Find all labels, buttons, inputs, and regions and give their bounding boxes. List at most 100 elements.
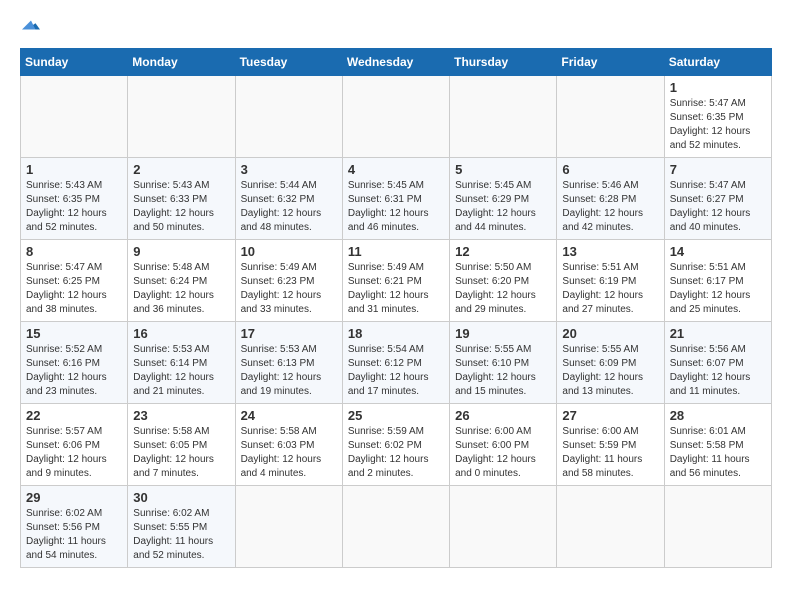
calendar-cell: 6 Sunrise: 5:46 AMSunset: 6:28 PMDayligh… bbox=[557, 158, 664, 240]
calendar-cell: 2 Sunrise: 5:43 AMSunset: 6:33 PMDayligh… bbox=[128, 158, 235, 240]
calendar-cell: 30 Sunrise: 6:02 AMSunset: 5:55 PMDaylig… bbox=[128, 486, 235, 568]
day-detail: Sunrise: 5:54 AMSunset: 6:12 PMDaylight:… bbox=[348, 344, 429, 397]
calendar-cell: 10 Sunrise: 5:49 AMSunset: 6:23 PMDaylig… bbox=[235, 240, 342, 322]
calendar-cell: 18 Sunrise: 5:54 AMSunset: 6:12 PMDaylig… bbox=[342, 322, 449, 404]
calendar-week-row: 15 Sunrise: 5:52 AMSunset: 6:16 PMDaylig… bbox=[21, 322, 772, 404]
day-detail: Sunrise: 6:01 AMSunset: 5:58 PMDaylight:… bbox=[670, 426, 750, 479]
day-of-week-header: Wednesday bbox=[342, 49, 449, 76]
calendar-cell: 1 Sunrise: 5:47 AMSunset: 6:35 PMDayligh… bbox=[664, 76, 771, 158]
day-number: 9 bbox=[133, 244, 229, 259]
calendar-cell: 25 Sunrise: 5:59 AMSunset: 6:02 PMDaylig… bbox=[342, 404, 449, 486]
day-detail: Sunrise: 6:00 AMSunset: 6:00 PMDaylight:… bbox=[455, 426, 536, 479]
day-detail: Sunrise: 5:53 AMSunset: 6:13 PMDaylight:… bbox=[241, 344, 322, 397]
day-number: 16 bbox=[133, 326, 229, 341]
calendar-cell bbox=[450, 76, 557, 158]
calendar-cell bbox=[557, 486, 664, 568]
day-detail: Sunrise: 5:49 AMSunset: 6:23 PMDaylight:… bbox=[241, 262, 322, 315]
calendar-cell bbox=[664, 486, 771, 568]
day-detail: Sunrise: 5:58 AMSunset: 6:03 PMDaylight:… bbox=[241, 426, 322, 479]
calendar-cell bbox=[450, 486, 557, 568]
day-detail: Sunrise: 5:47 AMSunset: 6:27 PMDaylight:… bbox=[670, 180, 751, 233]
calendar-cell bbox=[557, 76, 664, 158]
logo-icon bbox=[22, 16, 40, 34]
day-number: 3 bbox=[241, 162, 337, 177]
day-detail: Sunrise: 6:02 AMSunset: 5:55 PMDaylight:… bbox=[133, 508, 213, 561]
day-number: 23 bbox=[133, 408, 229, 423]
day-detail: Sunrise: 5:44 AMSunset: 6:32 PMDaylight:… bbox=[241, 180, 322, 233]
day-number: 24 bbox=[241, 408, 337, 423]
day-of-week-header: Monday bbox=[128, 49, 235, 76]
day-number: 17 bbox=[241, 326, 337, 341]
calendar-cell: 7 Sunrise: 5:47 AMSunset: 6:27 PMDayligh… bbox=[664, 158, 771, 240]
calendar-cell: 5 Sunrise: 5:45 AMSunset: 6:29 PMDayligh… bbox=[450, 158, 557, 240]
day-number: 5 bbox=[455, 162, 551, 177]
logo-text bbox=[20, 16, 40, 36]
day-detail: Sunrise: 5:52 AMSunset: 6:16 PMDaylight:… bbox=[26, 344, 107, 397]
day-number: 22 bbox=[26, 408, 122, 423]
day-detail: Sunrise: 5:47 AMSunset: 6:25 PMDaylight:… bbox=[26, 262, 107, 315]
day-number: 12 bbox=[455, 244, 551, 259]
day-number: 26 bbox=[455, 408, 551, 423]
logo bbox=[20, 16, 40, 36]
day-number: 30 bbox=[133, 490, 229, 505]
day-detail: Sunrise: 5:45 AMSunset: 6:31 PMDaylight:… bbox=[348, 180, 429, 233]
calendar-cell: 4 Sunrise: 5:45 AMSunset: 6:31 PMDayligh… bbox=[342, 158, 449, 240]
day-detail: Sunrise: 6:02 AMSunset: 5:56 PMDaylight:… bbox=[26, 508, 106, 561]
day-number: 19 bbox=[455, 326, 551, 341]
day-detail: Sunrise: 5:47 AMSunset: 6:35 PMDaylight:… bbox=[670, 98, 751, 151]
day-of-week-header: Sunday bbox=[21, 49, 128, 76]
calendar-cell: 1 Sunrise: 5:43 AMSunset: 6:35 PMDayligh… bbox=[21, 158, 128, 240]
calendar-week-row: 1 Sunrise: 5:43 AMSunset: 6:35 PMDayligh… bbox=[21, 158, 772, 240]
calendar-cell: 21 Sunrise: 5:56 AMSunset: 6:07 PMDaylig… bbox=[664, 322, 771, 404]
calendar-cell: 24 Sunrise: 5:58 AMSunset: 6:03 PMDaylig… bbox=[235, 404, 342, 486]
calendar-cell: 14 Sunrise: 5:51 AMSunset: 6:17 PMDaylig… bbox=[664, 240, 771, 322]
calendar-cell bbox=[128, 76, 235, 158]
calendar-cell: 16 Sunrise: 5:53 AMSunset: 6:14 PMDaylig… bbox=[128, 322, 235, 404]
calendar-week-row: 22 Sunrise: 5:57 AMSunset: 6:06 PMDaylig… bbox=[21, 404, 772, 486]
day-detail: Sunrise: 5:53 AMSunset: 6:14 PMDaylight:… bbox=[133, 344, 214, 397]
day-number: 1 bbox=[670, 80, 766, 95]
day-detail: Sunrise: 5:51 AMSunset: 6:19 PMDaylight:… bbox=[562, 262, 643, 315]
day-number: 20 bbox=[562, 326, 658, 341]
day-detail: Sunrise: 5:55 AMSunset: 6:09 PMDaylight:… bbox=[562, 344, 643, 397]
day-number: 28 bbox=[670, 408, 766, 423]
calendar-week-row: 8 Sunrise: 5:47 AMSunset: 6:25 PMDayligh… bbox=[21, 240, 772, 322]
calendar-cell: 27 Sunrise: 6:00 AMSunset: 5:59 PMDaylig… bbox=[557, 404, 664, 486]
calendar-table: SundayMondayTuesdayWednesdayThursdayFrid… bbox=[20, 48, 772, 568]
day-number: 6 bbox=[562, 162, 658, 177]
calendar-cell: 28 Sunrise: 6:01 AMSunset: 5:58 PMDaylig… bbox=[664, 404, 771, 486]
day-number: 2 bbox=[133, 162, 229, 177]
calendar-cell bbox=[342, 486, 449, 568]
header bbox=[20, 16, 772, 36]
day-number: 25 bbox=[348, 408, 444, 423]
calendar-cell: 8 Sunrise: 5:47 AMSunset: 6:25 PMDayligh… bbox=[21, 240, 128, 322]
calendar-cell: 19 Sunrise: 5:55 AMSunset: 6:10 PMDaylig… bbox=[450, 322, 557, 404]
day-detail: Sunrise: 5:50 AMSunset: 6:20 PMDaylight:… bbox=[455, 262, 536, 315]
calendar-cell: 26 Sunrise: 6:00 AMSunset: 6:00 PMDaylig… bbox=[450, 404, 557, 486]
calendar-cell: 13 Sunrise: 5:51 AMSunset: 6:19 PMDaylig… bbox=[557, 240, 664, 322]
calendar-cell: 12 Sunrise: 5:50 AMSunset: 6:20 PMDaylig… bbox=[450, 240, 557, 322]
day-detail: Sunrise: 5:43 AMSunset: 6:33 PMDaylight:… bbox=[133, 180, 214, 233]
day-number: 1 bbox=[26, 162, 122, 177]
header-row: SundayMondayTuesdayWednesdayThursdayFrid… bbox=[21, 49, 772, 76]
calendar-cell: 23 Sunrise: 5:58 AMSunset: 6:05 PMDaylig… bbox=[128, 404, 235, 486]
day-detail: Sunrise: 5:46 AMSunset: 6:28 PMDaylight:… bbox=[562, 180, 643, 233]
calendar-week-row: 29 Sunrise: 6:02 AMSunset: 5:56 PMDaylig… bbox=[21, 486, 772, 568]
calendar-cell: 11 Sunrise: 5:49 AMSunset: 6:21 PMDaylig… bbox=[342, 240, 449, 322]
page-container: SundayMondayTuesdayWednesdayThursdayFrid… bbox=[0, 0, 792, 578]
day-of-week-header: Tuesday bbox=[235, 49, 342, 76]
day-detail: Sunrise: 5:59 AMSunset: 6:02 PMDaylight:… bbox=[348, 426, 429, 479]
day-number: 29 bbox=[26, 490, 122, 505]
calendar-cell bbox=[21, 76, 128, 158]
day-number: 7 bbox=[670, 162, 766, 177]
day-detail: Sunrise: 5:56 AMSunset: 6:07 PMDaylight:… bbox=[670, 344, 751, 397]
day-number: 21 bbox=[670, 326, 766, 341]
day-number: 15 bbox=[26, 326, 122, 341]
calendar-cell: 9 Sunrise: 5:48 AMSunset: 6:24 PMDayligh… bbox=[128, 240, 235, 322]
day-detail: Sunrise: 5:58 AMSunset: 6:05 PMDaylight:… bbox=[133, 426, 214, 479]
day-of-week-header: Saturday bbox=[664, 49, 771, 76]
day-number: 4 bbox=[348, 162, 444, 177]
day-detail: Sunrise: 5:48 AMSunset: 6:24 PMDaylight:… bbox=[133, 262, 214, 315]
day-of-week-header: Thursday bbox=[450, 49, 557, 76]
day-of-week-header: Friday bbox=[557, 49, 664, 76]
